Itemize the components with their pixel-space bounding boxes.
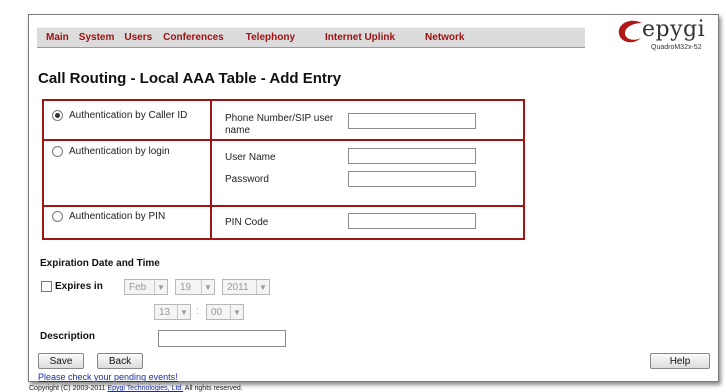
auth-option-caller-id[interactable]: Authentication by Caller ID	[52, 110, 187, 121]
auth-table-divider	[44, 139, 523, 141]
chevron-down-icon: ▼	[256, 280, 269, 294]
chevron-down-icon: ▼	[201, 280, 214, 294]
expires-checkbox[interactable]	[41, 281, 52, 292]
phone-number-input[interactable]	[348, 113, 476, 129]
auth-caller-id-radio[interactable]	[52, 110, 63, 121]
nav-system[interactable]: System	[79, 32, 115, 43]
description-label: Description	[40, 331, 96, 342]
help-button[interactable]: Help	[650, 353, 710, 369]
expires-label: Expires in	[55, 281, 103, 292]
copyright-suffix: All rights reserved.	[183, 385, 243, 392]
nav-telephony[interactable]: Telephony	[246, 32, 295, 43]
pin-code-input[interactable]	[348, 213, 476, 229]
expires-month-select[interactable]: Feb ▼	[124, 279, 168, 295]
auth-pin-label: Authentication by PIN	[69, 211, 166, 222]
auth-option-login[interactable]: Authentication by login	[52, 146, 170, 157]
password-label: Password	[225, 174, 269, 185]
expires-year-value: 2011	[227, 281, 249, 293]
chevron-down-icon: ▼	[230, 305, 243, 319]
nav-main[interactable]: Main	[46, 32, 69, 43]
back-button[interactable]: Back	[97, 353, 143, 369]
expires-month-value: Feb	[129, 281, 147, 293]
auth-caller-id-label: Authentication by Caller ID	[69, 110, 188, 121]
epygi-logo: epygi QuadroM32x-52	[616, 17, 716, 58]
pin-code-label: PIN Code	[225, 217, 269, 228]
expires-minute-value: 00	[211, 306, 223, 318]
nav-internet-uplink[interactable]: Internet Uplink	[325, 32, 395, 43]
auth-table-divider	[44, 205, 523, 207]
phone-number-label: Phone Number/SIP user name	[225, 113, 334, 136]
password-input[interactable]	[348, 171, 476, 187]
logo-brand-text: epygi	[642, 17, 706, 42]
expires-hour-select[interactable]: 13 ▼	[154, 304, 191, 320]
copyright-text: Copyright (C) 2003-2011 Epygi Technologi…	[29, 385, 243, 392]
save-button[interactable]: Save	[38, 353, 84, 369]
time-separator: :	[196, 306, 199, 317]
expires-day-value: 19	[180, 281, 192, 293]
page-title: Call Routing - Local AAA Table - Add Ent…	[38, 70, 342, 87]
expires-year-select[interactable]: 2011 ▼	[222, 279, 270, 295]
chevron-down-icon: ▼	[154, 280, 167, 294]
pending-events-link[interactable]: Please check your pending events!	[38, 372, 178, 382]
expires-checkbox-row[interactable]: Expires in	[41, 281, 103, 292]
logo-model-text: QuadroM32x-52	[651, 44, 702, 51]
nav-network[interactable]: Network	[425, 32, 464, 43]
app-frame: Main System Users Conferences Telephony …	[28, 14, 719, 392]
nav-conferences[interactable]: Conferences	[163, 32, 224, 43]
expires-day-select[interactable]: 19 ▼	[175, 279, 215, 295]
auth-table-divider	[210, 101, 212, 238]
chevron-down-icon: ▼	[177, 305, 190, 319]
main-nav: Main System Users Conferences Telephony …	[37, 27, 585, 48]
company-link[interactable]: Epygi Technologies, Ltd.	[107, 385, 183, 392]
expires-minute-select[interactable]: 00 ▼	[206, 304, 244, 320]
auth-option-pin[interactable]: Authentication by PIN	[52, 211, 165, 222]
auth-pin-radio[interactable]	[52, 211, 63, 222]
nav-users[interactable]: Users	[124, 32, 152, 43]
username-label: User Name	[225, 152, 276, 163]
copyright-prefix: Copyright (C) 2003-2011	[29, 385, 108, 392]
auth-method-table: Authentication by Caller ID Phone Number…	[42, 99, 525, 240]
expires-hour-value: 13	[159, 306, 171, 318]
auth-login-radio[interactable]	[52, 146, 63, 157]
expiration-section-title: Expiration Date and Time	[40, 258, 160, 269]
description-input[interactable]	[158, 330, 286, 347]
auth-login-label: Authentication by login	[69, 146, 170, 157]
username-input[interactable]	[348, 148, 476, 164]
